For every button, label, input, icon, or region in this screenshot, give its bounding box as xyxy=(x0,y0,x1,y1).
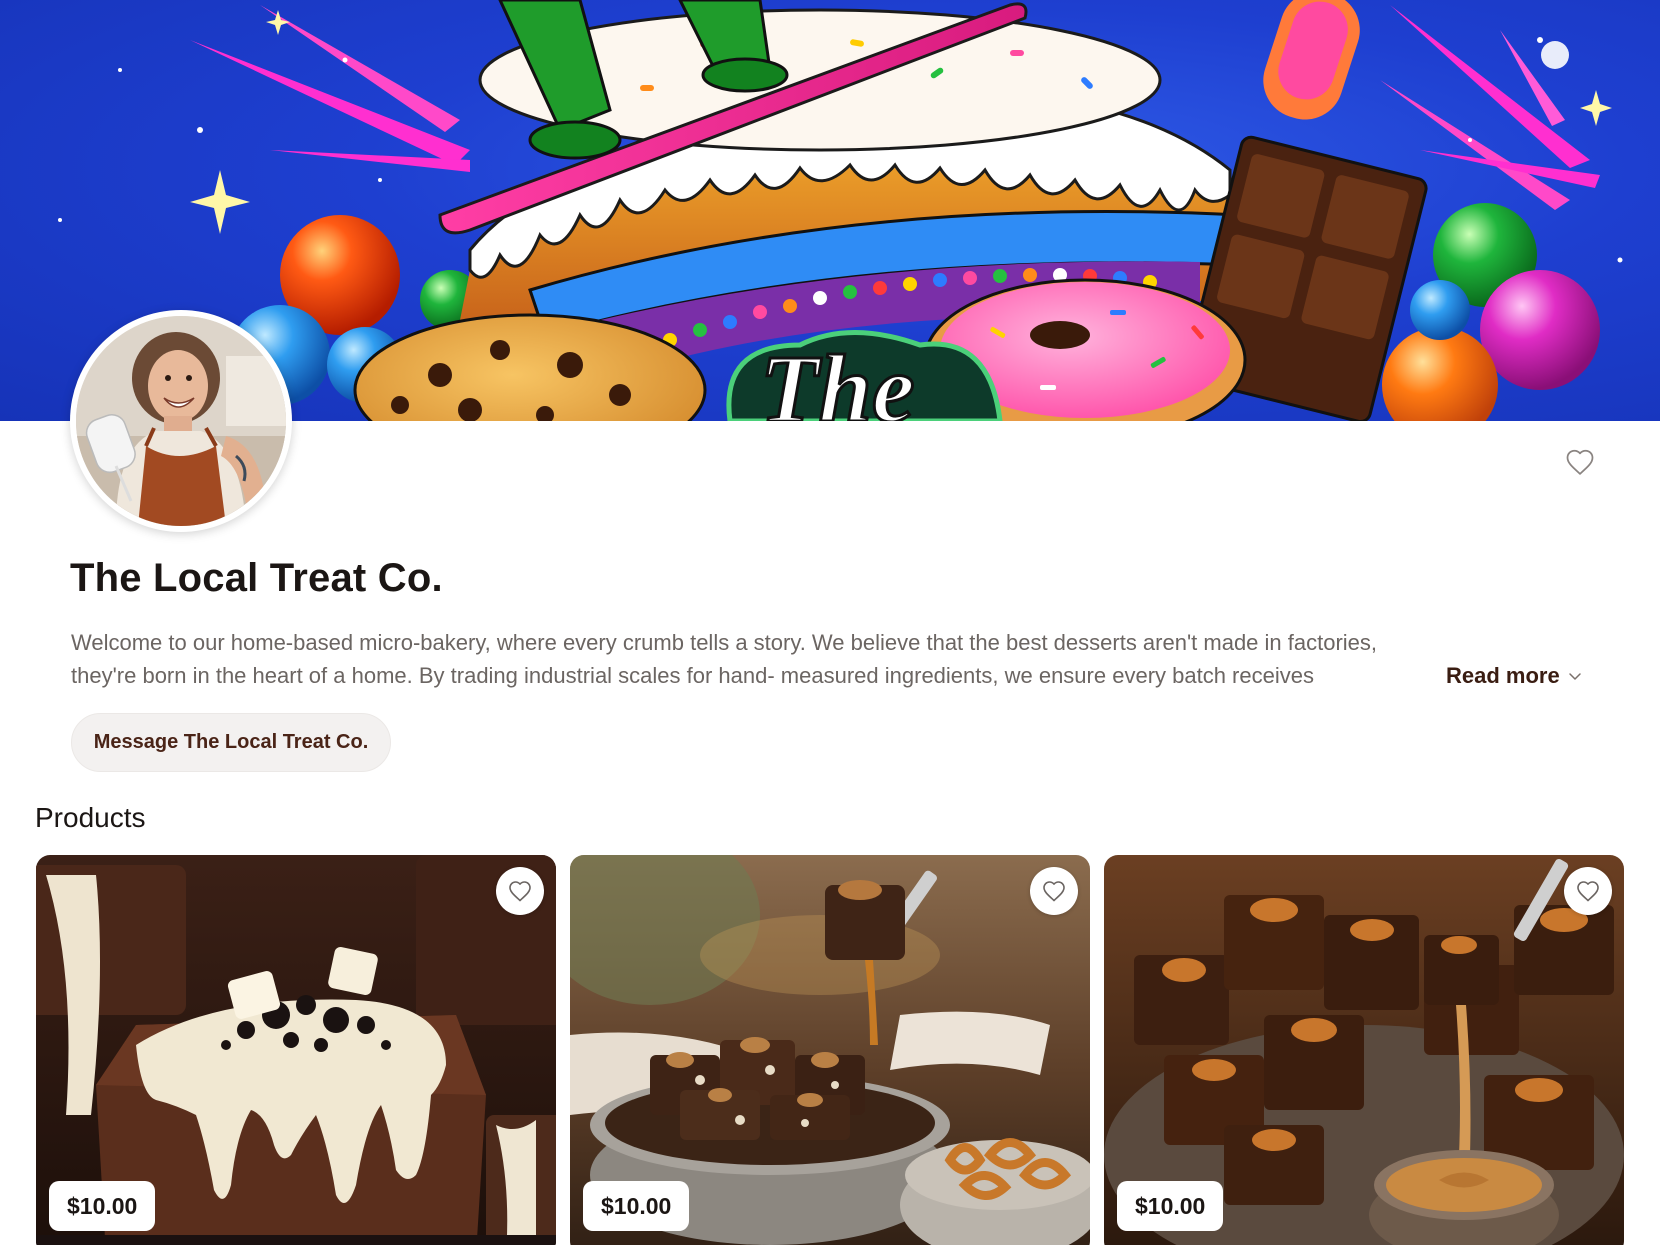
store-avatar xyxy=(70,310,292,532)
heart-outline-icon xyxy=(509,881,531,902)
description-line-2: they're born in the heart of a home. By … xyxy=(71,663,1314,688)
description-line-2-wrapper: they're born in the heart of a home. By … xyxy=(71,659,1591,692)
heart-outline-icon xyxy=(1577,881,1599,902)
products-heading: Products xyxy=(35,802,146,833)
store-page: The The Local Treat Co. Welcome to our h… xyxy=(0,0,1660,1245)
read-more-link[interactable]: Read more xyxy=(1442,659,1582,692)
avatar-photo xyxy=(76,316,286,526)
price-badge: $10.00 xyxy=(49,1181,156,1231)
chevron-down-icon xyxy=(1568,672,1581,680)
message-store-button[interactable]: Message The Local Treat Co. xyxy=(71,713,391,772)
banner-logo-text: The xyxy=(760,335,915,421)
description-line-1: Welcome to our home-based micro-bakery, … xyxy=(71,630,1378,655)
store-favorite-button[interactable] xyxy=(1562,444,1598,480)
product-favorite-button[interactable] xyxy=(1030,867,1078,915)
product-card[interactable]: $10.00 xyxy=(1104,855,1624,1245)
product-card[interactable]: $10.00 xyxy=(36,855,556,1245)
store-name: The Local Treat Co. xyxy=(70,556,443,600)
product-card[interactable]: $10.00 xyxy=(570,855,1090,1245)
product-favorite-button[interactable] xyxy=(496,867,544,915)
read-more-label: Read more xyxy=(1446,663,1560,688)
heart-outline-icon xyxy=(1043,881,1065,902)
store-description: Welcome to our home-based micro-bakery, … xyxy=(71,626,1591,692)
price-badge: $10.00 xyxy=(1117,1181,1224,1231)
price-badge: $10.00 xyxy=(583,1181,690,1231)
product-favorite-button[interactable] xyxy=(1564,867,1612,915)
heart-outline-icon xyxy=(1566,449,1594,475)
